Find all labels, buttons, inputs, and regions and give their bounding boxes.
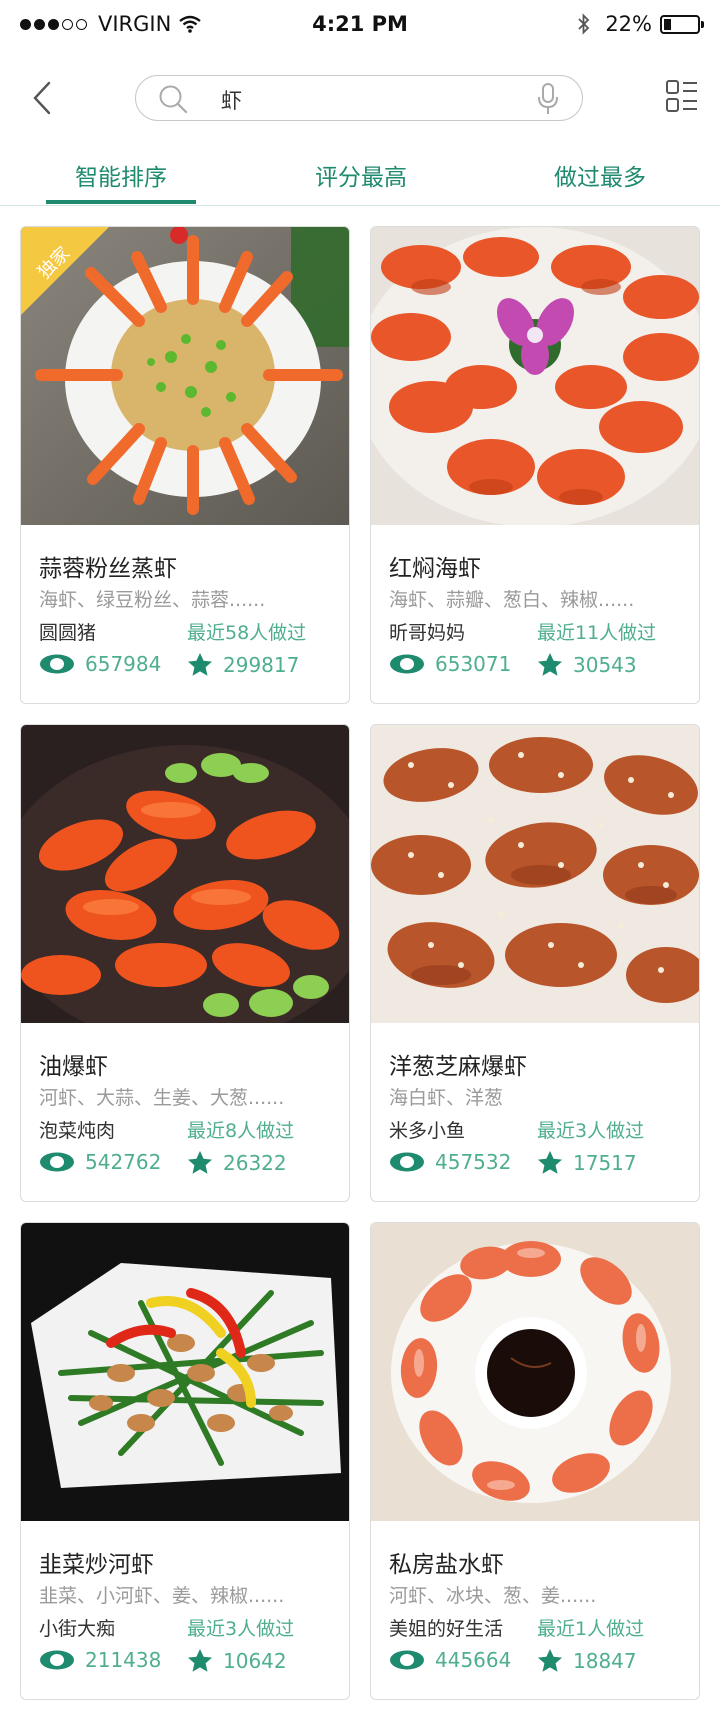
recipe-card[interactable]: 韭菜炒河虾 韭菜、小河虾、姜、辣椒...... 小街大痴 最近3人做过 2114…	[20, 1222, 350, 1700]
recipe-card[interactable]: 洋葱芝麻爆虾 海白虾、洋葱 米多小鱼 最近3人做过 457532 17517	[370, 724, 700, 1202]
recipe-card[interactable]: 红焖海虾 海虾、蒜瓣、葱白、辣椒...... 昕哥妈妈 最近11人做过 6530…	[370, 226, 700, 704]
views-stat: 653071	[389, 652, 511, 676]
views-stat: 657984	[39, 652, 161, 676]
recent-cooked-count: 最近1人做过	[537, 1618, 645, 1640]
eye-icon	[40, 1650, 74, 1670]
search-input[interactable]: 虾	[135, 75, 583, 121]
favorites-count: 26322	[223, 1150, 287, 1175]
star-icon	[188, 1649, 212, 1672]
active-tab-indicator	[46, 200, 196, 204]
views-stat: 542762	[39, 1150, 161, 1174]
favorites-stat: 18847	[537, 1648, 637, 1673]
recipe-ingredients: 海虾、蒜瓣、葱白、辣椒......	[389, 589, 635, 611]
recipe-ingredients: 河虾、大蒜、生姜、大葱......	[39, 1087, 285, 1109]
views-count: 653071	[435, 652, 512, 676]
views-count: 657984	[85, 652, 162, 676]
tab-most-cooked[interactable]: 做过最多	[525, 158, 675, 192]
recipe-author[interactable]: 昕哥妈妈	[389, 618, 465, 645]
sort-tabs: 智能排序 评分最高 做过最多	[0, 148, 720, 206]
recipe-title: 蒜蓉粉丝蒸虾	[39, 556, 177, 582]
recipe-card[interactable]: 独家 蒜蓉粉丝蒸虾 海虾、绿豆粉丝、蒜蓉...... 圆圆猪 最近58人做过 6…	[20, 226, 350, 704]
recipe-ingredients: 韭菜、小河虾、姜、辣椒......	[39, 1585, 285, 1607]
eye-icon	[390, 1650, 424, 1670]
eye-icon	[40, 654, 74, 674]
layout-toggle-button[interactable]	[666, 80, 698, 116]
tab-highest-rated[interactable]: 评分最高	[286, 158, 436, 192]
recipe-photo	[371, 725, 699, 1023]
views-count: 211438	[85, 1648, 162, 1672]
recipe-photo	[371, 1223, 699, 1521]
back-button[interactable]	[24, 76, 60, 120]
views-count: 542762	[85, 1150, 162, 1174]
recent-cooked-count: 最近3人做过	[187, 1618, 295, 1640]
status-bar: VIRGIN 4:21 PM 22%	[0, 0, 720, 48]
favorites-count: 17517	[573, 1150, 637, 1175]
recent-cooked-count: 最近58人做过	[187, 622, 307, 644]
recipe-author[interactable]: 美姐的好生活	[389, 1614, 503, 1641]
search-query: 虾	[221, 89, 242, 113]
recipe-card[interactable]: 油爆虾 河虾、大蒜、生姜、大葱...... 泡菜炖肉 最近8人做过 542762…	[20, 724, 350, 1202]
list-view-icon	[666, 80, 697, 112]
recipe-title: 油爆虾	[39, 1054, 108, 1080]
bluetooth-icon	[578, 13, 590, 35]
recipe-ingredients: 海虾、绿豆粉丝、蒜蓉......	[39, 589, 266, 611]
recipe-ingredients: 海白虾、洋葱	[389, 1087, 504, 1109]
eye-icon	[390, 654, 424, 674]
favorites-stat: 299817	[187, 652, 299, 677]
star-icon	[188, 653, 212, 676]
exclusive-badge: 独家	[21, 227, 121, 327]
favorites-count: 10642	[223, 1648, 287, 1673]
battery-percent: 22%	[605, 12, 652, 36]
recent-cooked-count: 最近8人做过	[187, 1120, 295, 1142]
recipe-author[interactable]: 小街大痴	[39, 1614, 115, 1641]
favorites-stat: 10642	[187, 1648, 287, 1673]
favorites-stat: 30543	[537, 652, 637, 677]
recipe-photo	[21, 725, 349, 1023]
favorites-count: 299817	[223, 652, 300, 677]
views-count: 445664	[435, 1648, 512, 1672]
recipe-author[interactable]: 泡菜炖肉	[39, 1116, 115, 1143]
recent-cooked-count: 最近11人做过	[537, 622, 657, 644]
eye-icon	[390, 1152, 424, 1172]
tab-smart-sort[interactable]: 智能排序	[46, 158, 196, 192]
recipe-title: 韭菜炒河虾	[39, 1552, 154, 1578]
search-icon	[159, 85, 188, 114]
star-icon	[188, 1151, 212, 1174]
battery-icon	[660, 14, 704, 34]
recipe-photo	[21, 1223, 349, 1521]
favorites-count: 30543	[573, 652, 637, 677]
recipe-card[interactable]: 私房盐水虾 河虾、冰块、葱、姜...... 美姐的好生活 最近1人做过 4456…	[370, 1222, 700, 1700]
recent-cooked-count: 最近3人做过	[537, 1120, 645, 1142]
microphone-icon[interactable]	[536, 82, 560, 116]
recipe-title: 洋葱芝麻爆虾	[389, 1054, 527, 1080]
chevron-left-icon	[33, 81, 51, 115]
star-icon	[538, 1649, 562, 1672]
favorites-stat: 17517	[537, 1150, 637, 1175]
favorites-stat: 26322	[187, 1150, 287, 1175]
recipe-photo: 独家	[21, 227, 349, 525]
favorites-count: 18847	[573, 1648, 637, 1673]
recipe-ingredients: 河虾、冰块、葱、姜......	[389, 1585, 597, 1607]
nav-bar: 虾	[0, 62, 720, 136]
recipe-author[interactable]: 圆圆猪	[39, 618, 96, 645]
recipe-title: 私房盐水虾	[389, 1552, 504, 1578]
status-right: 22%	[577, 12, 704, 36]
recipe-photo	[371, 227, 699, 525]
star-icon	[538, 653, 562, 676]
recipe-title: 红焖海虾	[389, 556, 481, 582]
views-stat: 445664	[389, 1648, 511, 1672]
views-stat: 211438	[39, 1648, 161, 1672]
star-icon	[538, 1151, 562, 1174]
views-stat: 457532	[389, 1150, 511, 1174]
eye-icon	[40, 1152, 74, 1172]
views-count: 457532	[435, 1150, 512, 1174]
recipe-author[interactable]: 米多小鱼	[389, 1116, 465, 1143]
